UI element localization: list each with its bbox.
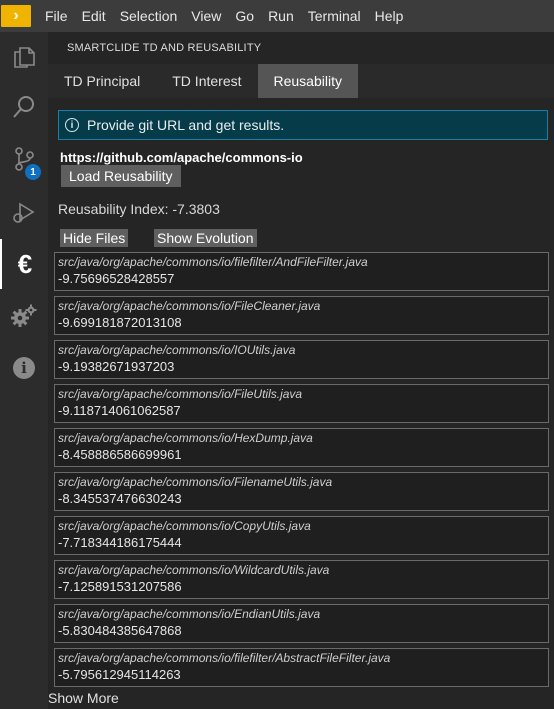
menu-help[interactable]: Help: [375, 8, 404, 24]
file-score: -7.125891531207586: [58, 579, 182, 594]
git-url[interactable]: https://github.com/apache/commons-io: [60, 150, 303, 165]
app-logo-icon[interactable]: ›: [1, 5, 31, 27]
file-score: -7.718344186175444: [58, 535, 182, 550]
menu-selection[interactable]: Selection: [120, 8, 178, 24]
menu-edit[interactable]: Edit: [82, 8, 106, 24]
activity-bar: 1 € i: [0, 32, 48, 709]
panel-title: SMARTCLIDE TD AND REUSABILITY: [67, 42, 262, 54]
search-icon[interactable]: [0, 82, 48, 132]
show-more-link[interactable]: Show More: [48, 690, 119, 706]
file-path: src/java/org/apache/commons/io/FilenameU…: [58, 475, 333, 489]
file-path: src/java/org/apache/commons/io/CopyUtils…: [58, 519, 311, 533]
file-item[interactable]: src/java/org/apache/commons/io/filefilte…: [54, 252, 549, 291]
info-message: Provide git URL and get results.: [87, 117, 285, 133]
file-score: -5.830484385647868: [58, 623, 182, 638]
menu-view[interactable]: View: [191, 8, 221, 24]
info-glyph: i: [13, 357, 35, 379]
file-item[interactable]: src/java/org/apache/commons/io/FileClean…: [54, 296, 549, 335]
info-icon[interactable]: i: [0, 343, 48, 393]
file-score: -9.75696528428557: [58, 271, 175, 286]
info-circle-icon: i: [65, 118, 79, 132]
tab-bar: TD Principal TD Interest Reusability: [48, 64, 554, 98]
file-path: src/java/org/apache/commons/io/FileUtils…: [58, 387, 303, 401]
file-path: src/java/org/apache/commons/io/filefilte…: [58, 651, 391, 665]
menu-file[interactable]: File: [45, 8, 68, 24]
file-path: src/java/org/apache/commons/io/WildcardU…: [58, 563, 330, 577]
file-score: -9.19382671937203: [58, 359, 175, 374]
file-score: -8.458886586699961: [58, 447, 182, 462]
euro-icon[interactable]: €: [0, 239, 48, 289]
menu-run[interactable]: Run: [268, 8, 294, 24]
load-reusability-button[interactable]: Load Reusability: [61, 165, 181, 187]
tab-reusability[interactable]: Reusability: [257, 64, 358, 98]
file-score: -9.118714061062587: [58, 403, 181, 418]
tab-td-principal[interactable]: TD Principal: [48, 64, 156, 98]
file-item[interactable]: src/java/org/apache/commons/io/WildcardU…: [54, 560, 549, 599]
file-item[interactable]: src/java/org/apache/commons/io/filefilte…: [54, 648, 549, 687]
scm-badge: 1: [25, 164, 41, 180]
euro-glyph: €: [17, 248, 33, 279]
gears-icon[interactable]: [0, 291, 48, 341]
hide-files-button[interactable]: Hide Files: [60, 229, 129, 247]
file-list: src/java/org/apache/commons/io/filefilte…: [54, 252, 549, 692]
reusability-panel: SMARTCLIDE TD AND REUSABILITY TD Princip…: [48, 32, 554, 709]
menu-bar: › File Edit Selection View Go Run Termin…: [0, 0, 554, 32]
run-debug-icon[interactable]: [0, 187, 48, 237]
menu-go[interactable]: Go: [235, 8, 254, 24]
file-item[interactable]: src/java/org/apache/commons/io/IOUtils.j…: [54, 340, 549, 379]
file-item[interactable]: src/java/org/apache/commons/io/CopyUtils…: [54, 516, 549, 555]
file-path: src/java/org/apache/commons/io/EndianUti…: [58, 607, 321, 621]
info-message-box: i Provide git URL and get results.: [58, 110, 548, 140]
file-path: src/java/org/apache/commons/io/HexDump.j…: [58, 431, 313, 445]
source-control-icon[interactable]: 1: [0, 134, 48, 184]
tab-td-interest[interactable]: TD Interest: [156, 64, 257, 98]
explorer-icon[interactable]: [0, 32, 48, 82]
show-evolution-button[interactable]: Show Evolution: [154, 229, 257, 247]
menu-terminal[interactable]: Terminal: [308, 8, 361, 24]
file-item[interactable]: src/java/org/apache/commons/io/FilenameU…: [54, 472, 549, 511]
file-score: -9.699181872013108: [58, 315, 182, 330]
file-item[interactable]: src/java/org/apache/commons/io/EndianUti…: [54, 604, 549, 643]
file-item[interactable]: src/java/org/apache/commons/io/HexDump.j…: [54, 428, 549, 467]
file-path: src/java/org/apache/commons/io/FileClean…: [58, 299, 321, 313]
file-score: -5.795612945114263: [58, 667, 181, 682]
file-item[interactable]: src/java/org/apache/commons/io/FileUtils…: [54, 384, 549, 423]
file-path: src/java/org/apache/commons/io/filefilte…: [58, 255, 368, 269]
file-path: src/java/org/apache/commons/io/IOUtils.j…: [58, 343, 296, 357]
reusability-index: Reusability Index: -7.3803: [58, 201, 220, 217]
file-score: -8.345537476630243: [58, 491, 182, 506]
